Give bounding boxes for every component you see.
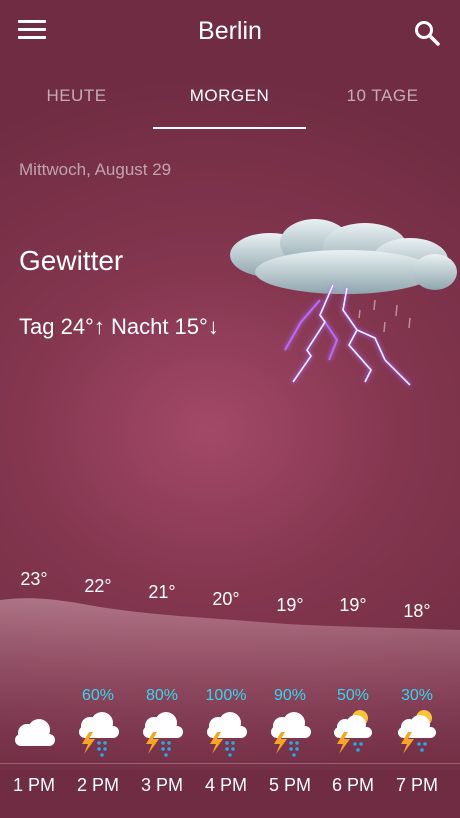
city-title: Berlin	[198, 17, 262, 45]
day-tabs: HEUTE MORGEN 10 TAGE	[0, 86, 460, 130]
hour-temp-7pm: 18°	[403, 601, 431, 621]
thunderstorm-cloud-icon	[230, 219, 457, 386]
weather-condition: Gewitter	[19, 245, 124, 276]
search-icon[interactable]	[413, 19, 441, 47]
tab-10-tage[interactable]: 10 TAGE	[306, 86, 459, 106]
thunder-rain-icon	[271, 712, 311, 757]
hour-label-6pm: 6 PM	[331, 775, 374, 795]
hour-temp-1pm: 23°	[20, 569, 48, 589]
hour-label-2pm: 2 PM	[76, 775, 119, 795]
hour-label-1pm: 1 PM	[12, 775, 55, 795]
thunder-rain-icon	[79, 712, 119, 757]
thunder-rain-icon	[207, 712, 247, 757]
hour-label-3pm: 3 PM	[140, 775, 183, 795]
hour-label-7pm: 7 PM	[395, 775, 438, 795]
tab-morgen[interactable]: MORGEN	[153, 86, 306, 106]
hour-temp-5pm: 19°	[276, 595, 304, 615]
sun-thunder-rain-icon	[398, 710, 436, 754]
sun-thunder-rain-icon	[334, 710, 372, 754]
thunder-rain-icon	[143, 712, 183, 757]
hourly-divider	[0, 763, 460, 764]
forecast-date: Mittwoch, August 29	[19, 160, 172, 179]
hour-temp-6pm: 19°	[339, 595, 367, 615]
hour-temp-3pm: 21°	[148, 582, 176, 602]
hour-label-5pm: 5 PM	[268, 775, 311, 795]
hour-temp-2pm: 22°	[84, 576, 112, 596]
active-tab-indicator	[153, 127, 306, 129]
hour-temp-4pm: 20°	[212, 589, 240, 609]
precip-prob-3pm: 80%	[145, 687, 179, 704]
precip-prob-4pm: 100%	[205, 687, 247, 704]
precip-prob-7pm: 30%	[400, 687, 434, 704]
day-night-temperatures: Tag 24°↑ Nacht 15°↓	[19, 314, 219, 339]
precip-prob-6pm: 50%	[336, 687, 370, 704]
cloudy-icon	[15, 719, 55, 746]
precip-prob-5pm: 90%	[273, 687, 307, 704]
top-bar: Berlin	[0, 0, 460, 64]
tab-heute[interactable]: HEUTE	[0, 86, 153, 106]
precip-prob-2pm: 60%	[81, 687, 115, 704]
hour-label-4pm: 4 PM	[204, 775, 247, 795]
